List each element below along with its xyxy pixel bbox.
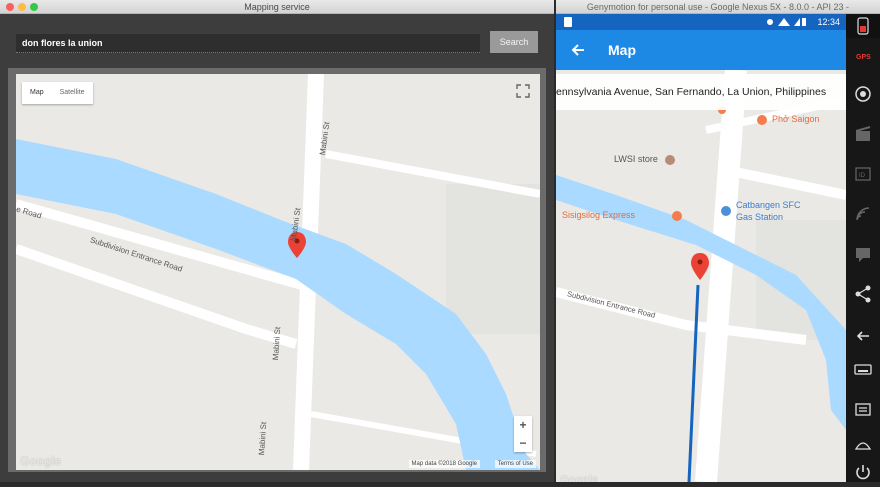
window-title: Mapping service <box>244 2 310 12</box>
zoom-in-button[interactable]: + <box>514 416 532 434</box>
route-line <box>687 284 700 482</box>
svg-text:GPS: GPS <box>856 54 871 61</box>
fullscreen-icon[interactable] <box>514 82 532 100</box>
terms-link[interactable]: Terms of Use <box>494 460 536 468</box>
gas-station-icon[interactable] <box>721 206 731 216</box>
zoom-control: + − <box>514 416 532 452</box>
map-type-satellite-button[interactable]: Satellite <box>52 82 93 104</box>
status-time: 12:34 <box>817 17 840 27</box>
wifi-icon[interactable] <box>853 204 873 224</box>
notification-icon <box>564 17 572 27</box>
emulator-titlebar: Genymotion for personal use - Google Nex… <box>556 0 880 14</box>
emulator-side-toolbar: GPS ID <box>846 14 880 482</box>
gps-icon[interactable]: GPS <box>853 46 873 66</box>
app-bar-title: Map <box>608 42 636 58</box>
android-status-bar: 12:34 <box>556 14 846 30</box>
minor-road <box>724 165 846 200</box>
shop-icon[interactable] <box>665 155 675 165</box>
android-map-canvas <box>556 70 846 482</box>
power-icon[interactable] <box>853 462 873 482</box>
search-button[interactable]: Search <box>490 31 538 53</box>
map-type-toggle: Map Satellite <box>22 82 93 104</box>
android-map-view[interactable]: Phở Saigon LWSI store Catbangen SFC Gas … <box>556 70 846 482</box>
back-icon[interactable] <box>853 324 873 344</box>
zoom-out-button[interactable]: − <box>514 434 532 452</box>
clapper-icon[interactable] <box>853 124 873 144</box>
place-label: Gas Station <box>736 212 784 222</box>
minor-road <box>325 150 540 198</box>
sms-icon[interactable] <box>853 244 873 264</box>
menu-icon[interactable] <box>853 399 873 419</box>
restaurant-icon[interactable] <box>672 211 682 221</box>
share-icon[interactable] <box>853 284 873 304</box>
place-label: Phở Saigon <box>772 114 820 124</box>
map-view[interactable]: Mabini St Mabini St Mabini St Mabini St … <box>16 74 540 470</box>
restaurant-icon[interactable] <box>757 115 767 125</box>
search-input[interactable]: don flores la union <box>16 34 480 53</box>
toolbar-header <box>846 14 880 38</box>
map-block <box>446 184 540 334</box>
place-label: LWSI store <box>614 154 658 164</box>
id-icon[interactable]: ID <box>853 164 873 184</box>
map-canvas <box>16 74 540 470</box>
camera-icon[interactable] <box>853 84 873 104</box>
google-logo: Google <box>20 454 62 468</box>
home-icon[interactable] <box>853 434 873 454</box>
status-icons <box>766 17 806 27</box>
emulator-title: Genymotion for personal use - Google Nex… <box>586 2 850 12</box>
svg-text:ID: ID <box>859 173 866 179</box>
app-bar: Map <box>556 30 846 70</box>
place-label: Sisigsilog Express <box>562 210 636 220</box>
place-label: Catbangen SFC <box>736 200 801 210</box>
map-pin-icon[interactable] <box>691 253 709 280</box>
emulator-window: Genymotion for personal use - Google Nex… <box>556 0 880 482</box>
mapping-service-window: Mapping service don flores la union Sear… <box>0 0 554 482</box>
map-type-map-button[interactable]: Map <box>22 82 52 104</box>
map-attribution: Map data ©2018 Google <box>408 460 480 468</box>
google-logo: Google <box>560 474 598 482</box>
address-label: ennsylvania Avenue, San Fernando, La Uni… <box>556 74 846 110</box>
back-arrow-icon[interactable] <box>568 40 588 60</box>
left-titlebar: Mapping service <box>0 0 554 14</box>
keyboard-icon[interactable] <box>853 359 873 379</box>
